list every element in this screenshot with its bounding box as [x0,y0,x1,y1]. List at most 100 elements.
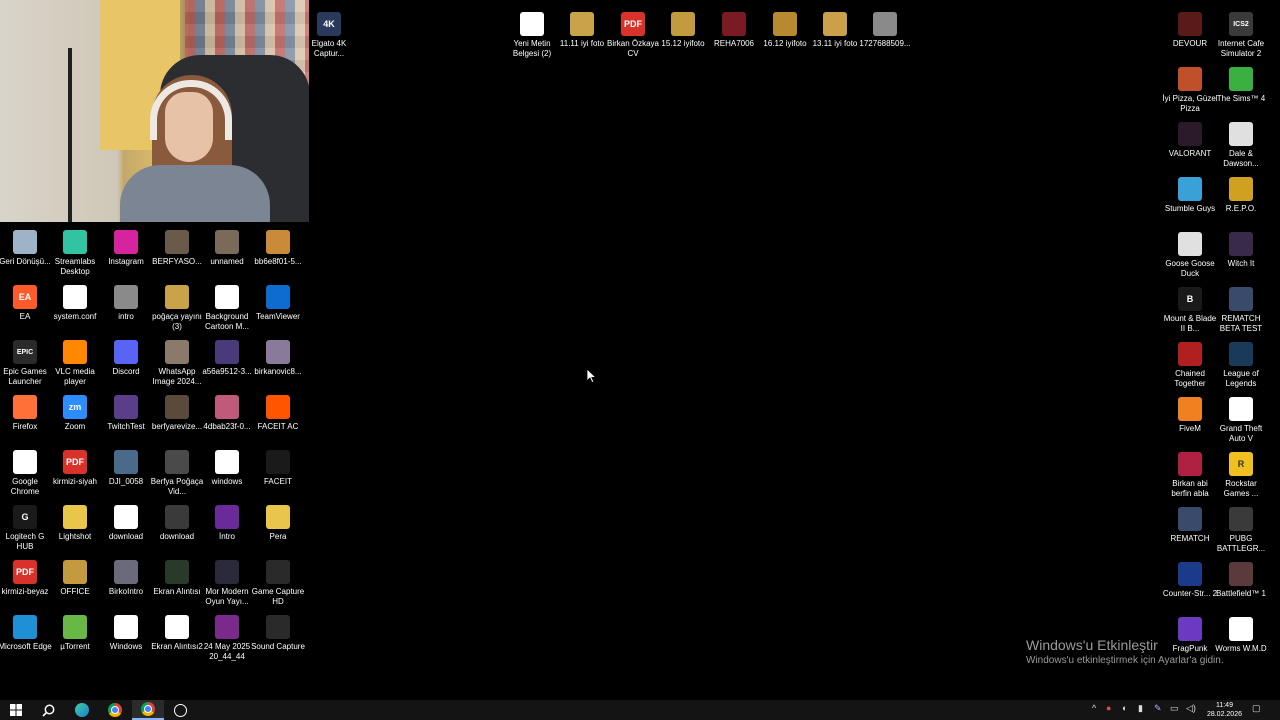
volume-icon[interactable]: ◁) [1186,703,1196,714]
desktop-icon[interactable]: Pera [253,497,303,542]
desktop-icon[interactable]: 4dbab23f-0... [202,387,252,432]
desktop-icon[interactable]: DJI_0058 [101,442,151,487]
desktop-icon[interactable]: Windows [101,607,151,652]
desktop-icon[interactable]: 16.12 iyifoto [760,4,810,49]
desktop-icon[interactable]: REMATCH [1165,499,1215,544]
desktop-icon[interactable]: Chained Together [1165,334,1215,389]
taskbar-chrome-active[interactable] [132,700,164,720]
desktop-icon[interactable]: Counter-Str... 2 [1163,554,1217,599]
tray-app-icon[interactable]: ● [1106,703,1111,713]
desktop-icon[interactable]: 11.11 iyi foto [557,4,607,49]
tray-overflow-icon[interactable]: ^ [1092,703,1096,713]
desktop-icon[interactable]: zm Zoom [50,387,100,432]
desktop-icon[interactable]: Berfya Poğaça Vid... [150,442,204,497]
app-icon [165,285,189,309]
taskbar-edge[interactable] [66,700,98,720]
desktop-icon[interactable]: intro [101,277,151,322]
desktop-icon[interactable]: Ekran Alıntısı [152,552,202,597]
desktop-icon[interactable]: Sound Capture [251,607,305,652]
desktop-icon[interactable]: berfyarevize... [152,387,202,432]
desktop-icon[interactable]: Dale & Dawson... [1216,114,1266,169]
desktop-icon[interactable]: OFFICE [50,552,100,597]
desktop-icon[interactable]: Goose Goose Duck [1165,224,1215,279]
desktop-icon[interactable]: a56a9512-3... [202,332,252,377]
desktop-icon[interactable]: 4K Elgato 4K Captur... [304,4,354,59]
desktop-icon[interactable]: VALORANT [1165,114,1215,159]
obs-icon [173,703,187,717]
desktop-icon[interactable]: download [152,497,202,542]
desktop-icon[interactable]: G Logitech G HUB [0,497,50,552]
desktop-icon[interactable]: Microsoft Edge [0,607,52,652]
desktop-icon[interactable]: PDF Birkan Özkaya CV [607,4,659,59]
search-button[interactable] [32,700,64,720]
desktop-icon[interactable]: Firefox [0,387,50,432]
desktop-icon[interactable]: Birkan abi berfin abla [1165,444,1215,499]
desktop-icon[interactable]: BERFYASO... [152,222,202,267]
desktop-icon[interactable]: Background Cartoon M... [202,277,252,332]
desktop-icon[interactable]: bb6e8f01-5... [253,222,303,267]
desktop-icon[interactable]: 24 May 2025 20_44_44 [202,607,252,662]
desktop[interactable]: 4K Elgato 4K Captur... Yeni Metin Belgesi … [0,0,1280,700]
taskbar-chrome[interactable] [99,700,131,720]
desktop-icon[interactable]: WhatsApp Image 2024... [152,332,202,387]
desktop-icon[interactable]: Yeni Metin Belgesi (2) [507,4,557,59]
desktop-icon[interactable]: Discord [101,332,151,377]
desktop-icon[interactable]: 1727688509... [859,4,911,49]
desktop-icon[interactable]: windows [202,442,252,487]
taskbar-clock[interactable]: 11:49 28.02.2026 [1207,701,1242,719]
tray-mic-icon[interactable]: ▮ [1138,703,1143,714]
desktop-icon[interactable]: FACEIT [253,442,303,487]
desktop-icon[interactable]: Lightshot [50,497,100,542]
desktop-icon[interactable]: EA EA [0,277,50,322]
desktop-icon[interactable]: FACEIT AC [253,387,303,432]
desktop-icon[interactable]: Grand Theft Auto V [1216,389,1266,444]
app-icon [1229,397,1253,421]
desktop-icon[interactable]: R Rockstar Games ... [1216,444,1266,499]
desktop-icon[interactable]: system.conf [50,277,100,322]
desktop-icon[interactable]: VLC media player [50,332,100,387]
desktop-icon[interactable]: REHA7006 [709,4,759,49]
desktop-icon[interactable]: The Sims™ 4 [1216,59,1266,104]
desktop-icon[interactable]: Ekran Alıntısı2 [151,607,203,652]
desktop-icon[interactable]: µTorrent [50,607,100,652]
desktop-icon[interactable]: Stumble Guys [1165,169,1215,214]
desktop-icon[interactable]: download [101,497,151,542]
desktop-icon[interactable]: PDF kirmizi-beyaz [0,552,50,597]
desktop-icon[interactable]: Witch It [1216,224,1266,269]
desktop-icon[interactable]: PUBG BATTLEGR... [1216,499,1266,554]
taskbar-obs[interactable] [164,700,196,720]
start-button[interactable] [0,700,32,720]
desktop-icon[interactable]: unnamed [202,222,252,267]
desktop-icon[interactable]: Battlefield™ 1 [1216,554,1266,599]
desktop-icon[interactable]: REMATCH BETA TEST [1216,279,1266,334]
desktop-icon[interactable]: İntro [202,497,252,542]
desktop-icon[interactable]: TeamViewer [253,277,303,322]
desktop-icon[interactable]: EPIC Epic Games Launcher [0,332,50,387]
desktop-icon[interactable]: İyi Pizza, Güzel Pizza [1162,59,1218,114]
desktop-icon[interactable]: ICS2 Internet Cafe Simulator 2 [1216,4,1266,59]
desktop-icon[interactable]: PDF kirmizi-siyah [50,442,100,487]
desktop-icon[interactable]: Geri Dönüşü... [0,222,51,267]
desktop-icon[interactable]: League of Legends [1216,334,1266,389]
notifications-icon[interactable]: ▢ [1252,703,1261,714]
network-icon[interactable]: ▭ [1170,703,1179,714]
desktop-icon[interactable]: DEVOUR [1165,4,1215,49]
desktop-icon[interactable]: FiveM [1165,389,1215,434]
desktop-icon[interactable]: TwitchTest [101,387,151,432]
desktop-icon[interactable]: 15.12 iyifoto [658,4,708,49]
desktop-icon[interactable]: 13.11 iyi foto [810,4,860,49]
tray-pen-icon[interactable]: ✎ [1154,703,1162,714]
tray-steam-icon[interactable]: ◐ [1122,703,1127,713]
desktop-icon[interactable]: BirkoIntro [101,552,151,597]
desktop-icon[interactable]: Mor Modern Oyun Yayı... [202,552,252,607]
desktop-icon[interactable]: R.E.P.O. [1216,169,1266,214]
desktop-icon-label: Berfya Poğaça Vid... [150,477,204,496]
desktop-icon[interactable]: B Mount & Blade II B... [1164,279,1216,334]
desktop-icon[interactable]: Instagram [101,222,151,267]
desktop-icon[interactable]: Streamlabs Desktop [50,222,100,277]
desktop-icon[interactable]: poğaça yayını (3) [152,277,202,332]
desktop-icon[interactable]: birkanovic8... [253,332,303,377]
desktop-icon[interactable]: Game Capture HD [252,552,304,607]
desktop-icon[interactable]: Google Chrome [0,442,50,497]
chrome-icon [108,703,122,717]
